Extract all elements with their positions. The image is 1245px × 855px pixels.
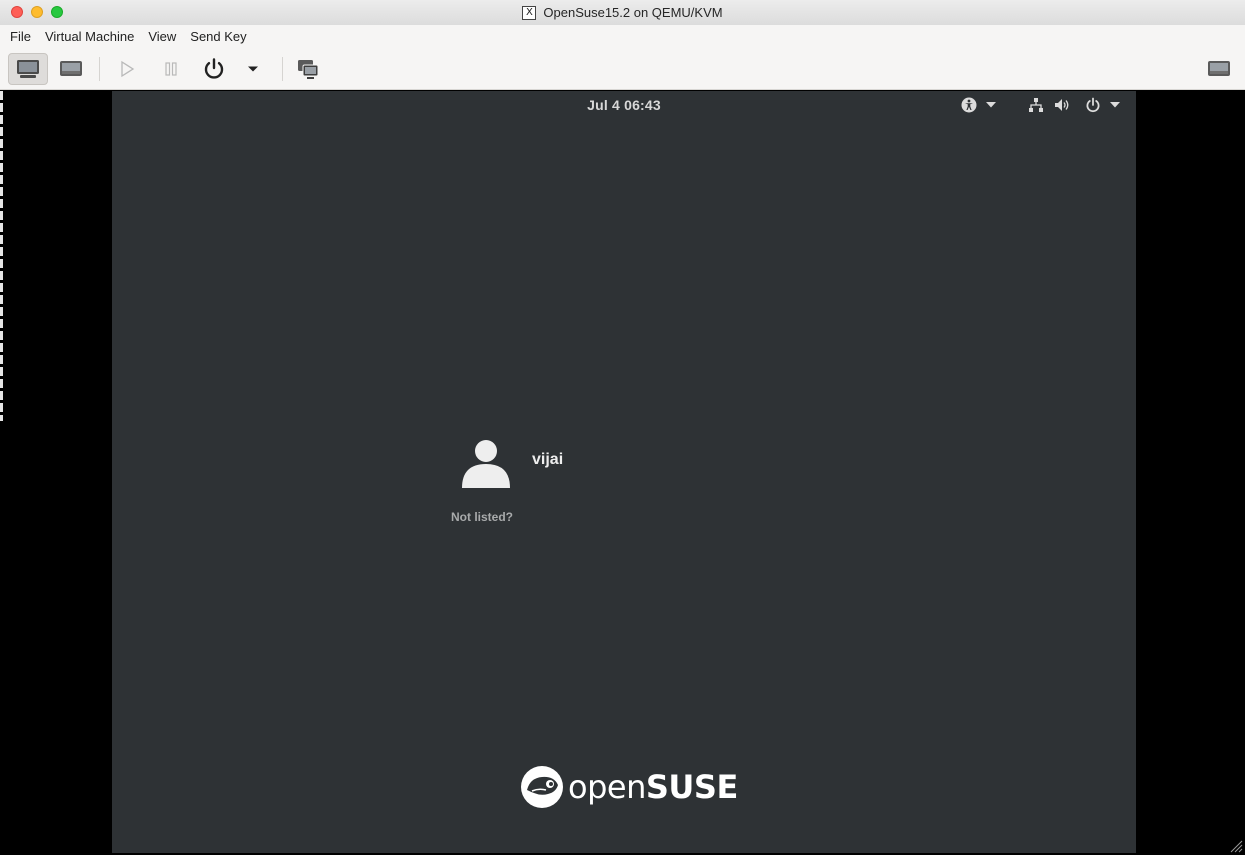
- snapshots-icon: [298, 60, 319, 79]
- console-display-icon: [17, 60, 39, 78]
- brand-suffix: SUSE: [645, 767, 738, 806]
- guest-display[interactable]: Jul 4 06:43 vijai Not listed? openSUSE: [112, 91, 1136, 853]
- toolbar-separator: [282, 57, 283, 81]
- fullscreen-button[interactable]: [1199, 53, 1239, 85]
- menu-file[interactable]: File: [0, 25, 39, 48]
- shutdown-menu-button[interactable]: [235, 53, 271, 85]
- opensuse-logo: openSUSE: [520, 764, 738, 809]
- volume-icon[interactable]: [1054, 97, 1070, 113]
- user-list-item[interactable]: vijai: [457, 434, 657, 494]
- menu-bar: File Virtual Machine View Send Key: [0, 25, 1245, 48]
- avatar-icon: [462, 440, 510, 488]
- toolbar: [0, 48, 1245, 90]
- vm-details-icon: [60, 61, 82, 76]
- chevron-down-icon: [248, 66, 258, 72]
- chevron-down-icon[interactable]: [986, 102, 996, 108]
- brand-prefix: open: [568, 767, 646, 806]
- resize-grip-icon[interactable]: [1230, 840, 1243, 853]
- window-title: OpenSuse15.2 on QEMU/KVM: [543, 5, 723, 20]
- snapshots-button[interactable]: [288, 53, 328, 85]
- title-bar[interactable]: X OpenSuse15.2 on QEMU/KVM: [0, 0, 1245, 26]
- run-button[interactable]: [107, 53, 147, 85]
- network-icon[interactable]: [1028, 97, 1044, 113]
- gdm-top-bar: Jul 4 06:43: [112, 91, 1136, 119]
- play-icon: [121, 60, 135, 78]
- not-listed-button[interactable]: Not listed?: [438, 510, 526, 524]
- details-button[interactable]: [51, 53, 91, 85]
- brand-text: openSUSE: [568, 768, 738, 806]
- console-button[interactable]: [8, 53, 48, 85]
- opensuse-gecko-icon: [521, 765, 563, 808]
- window-title-area: X OpenSuse15.2 on QEMU/KVM: [0, 0, 1245, 25]
- power-icon: [204, 58, 224, 79]
- toolbar-separator: [99, 57, 100, 81]
- clock[interactable]: Jul 4 06:43: [112, 91, 1136, 119]
- menu-virtual-machine[interactable]: Virtual Machine: [39, 25, 142, 48]
- user-name: vijai: [532, 451, 564, 468]
- background-window-edge: [0, 91, 3, 421]
- shutdown-button[interactable]: [194, 53, 234, 85]
- pause-icon: [165, 62, 177, 76]
- menu-send-key[interactable]: Send Key: [184, 25, 254, 48]
- vm-window: X OpenSuse15.2 on QEMU/KVM File Virtual …: [0, 0, 1245, 855]
- fullscreen-icon: [1208, 61, 1230, 76]
- menu-view[interactable]: View: [142, 25, 184, 48]
- x11-icon: X: [522, 5, 537, 20]
- accessibility-icon[interactable]: [961, 97, 977, 113]
- chevron-down-icon[interactable]: [1110, 102, 1120, 108]
- pause-button[interactable]: [151, 53, 191, 85]
- power-icon[interactable]: [1085, 97, 1101, 113]
